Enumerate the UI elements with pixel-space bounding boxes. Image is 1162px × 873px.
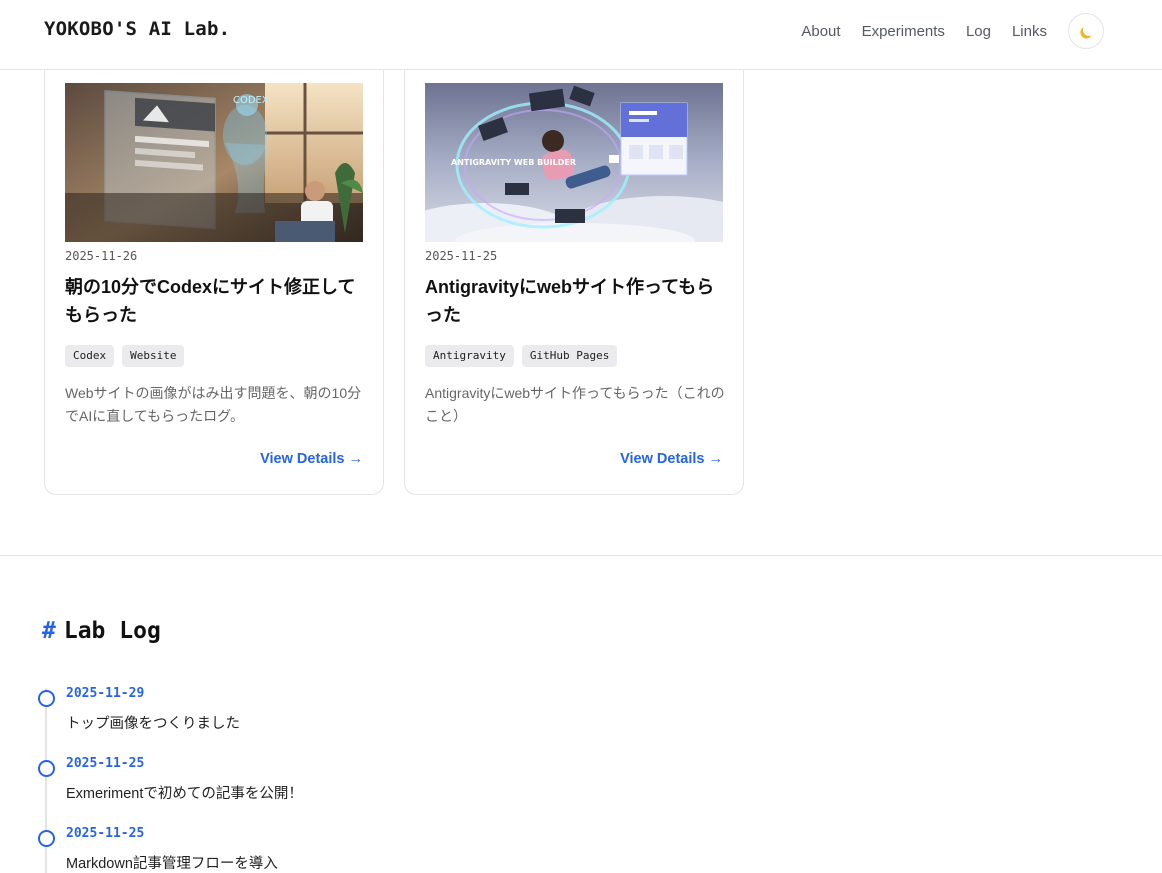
tag[interactable]: Antigravity [425, 345, 514, 367]
nav-link-links[interactable]: Links [1012, 23, 1047, 40]
section-title-text: Lab Log [63, 618, 161, 644]
card-thumbnail-image[interactable]: CODEX [65, 83, 363, 242]
log-date: 2025-11-25 [66, 756, 145, 771]
hash-icon: # [42, 618, 56, 644]
section-divider [0, 555, 1162, 556]
log-text: Exmerimentで初めての記事を公開！ [66, 786, 303, 802]
timeline-dot-icon [38, 760, 55, 777]
experiment-card[interactable]: CODEX 2025-11-26 朝の10分でCodexにサイト修正してもらった… [44, 50, 384, 495]
lab-log-heading: # Lab Log [42, 618, 161, 644]
timeline-dot-icon [38, 830, 55, 847]
timeline-entry: 2025-11-25 Markdown記事管理フローを導入 [38, 826, 638, 873]
theme-toggle-button[interactable] [1068, 13, 1104, 49]
card-title[interactable]: Antigravityにwebサイト作ってもらった [425, 273, 725, 329]
card-description: Antigravityにwebサイト作ってもらった（これのこと） [425, 385, 725, 424]
timeline-entry: 2025-11-25 Exmerimentで初めての記事を公開！ [38, 756, 638, 816]
nav-link-about[interactable]: About [801, 23, 840, 40]
card-tags: Antigravity GitHub Pages [425, 345, 625, 367]
tag[interactable]: GitHub Pages [521, 345, 618, 367]
log-date: 2025-11-25 [66, 826, 145, 841]
card-description: Webサイトの画像がはみ出す問題を、朝の10分でAIに直してもらったログ。 [65, 385, 362, 424]
site-header: YOKOBO'S AI Lab. About Experiments Log L… [0, 0, 1162, 70]
view-details-link[interactable]: View Details → [620, 451, 723, 467]
card-tags: Codex Website [65, 345, 192, 367]
tag[interactable]: Website [122, 345, 185, 367]
log-date: 2025-11-29 [66, 686, 145, 701]
svg-text:ANTIGRAVITY WEB BUILDER: ANTIGRAVITY WEB BUILDER [451, 158, 576, 167]
svg-text:CODEX: CODEX [233, 95, 269, 106]
timeline-entry: 2025-11-29 トップ画像をつくりました [38, 686, 638, 746]
log-text: Markdown記事管理フローを導入 [66, 856, 278, 872]
nav-link-experiments[interactable]: Experiments [862, 23, 945, 40]
view-details-link[interactable]: View Details → [260, 451, 363, 467]
site-logo[interactable]: YOKOBO'S AI Lab. [44, 18, 230, 40]
nav-link-log[interactable]: Log [966, 23, 991, 40]
tag[interactable]: Codex [65, 345, 115, 367]
moon-icon [1082, 23, 1096, 37]
card-title[interactable]: 朝の10分でCodexにサイト修正してもらった [65, 273, 365, 329]
log-text: トップ画像をつくりました [66, 716, 240, 732]
card-thumbnail-image[interactable]: ANTIGRAVITY WEB BUILDER [425, 83, 723, 242]
experiment-card[interactable]: ANTIGRAVITY WEB BUILDER 2025-11-25 Antig… [404, 50, 744, 495]
timeline-dot-icon [38, 690, 55, 707]
card-date: 2025-11-25 [425, 249, 498, 263]
main-nav: About Experiments Log Links [801, 13, 1104, 49]
card-date: 2025-11-26 [65, 249, 138, 263]
